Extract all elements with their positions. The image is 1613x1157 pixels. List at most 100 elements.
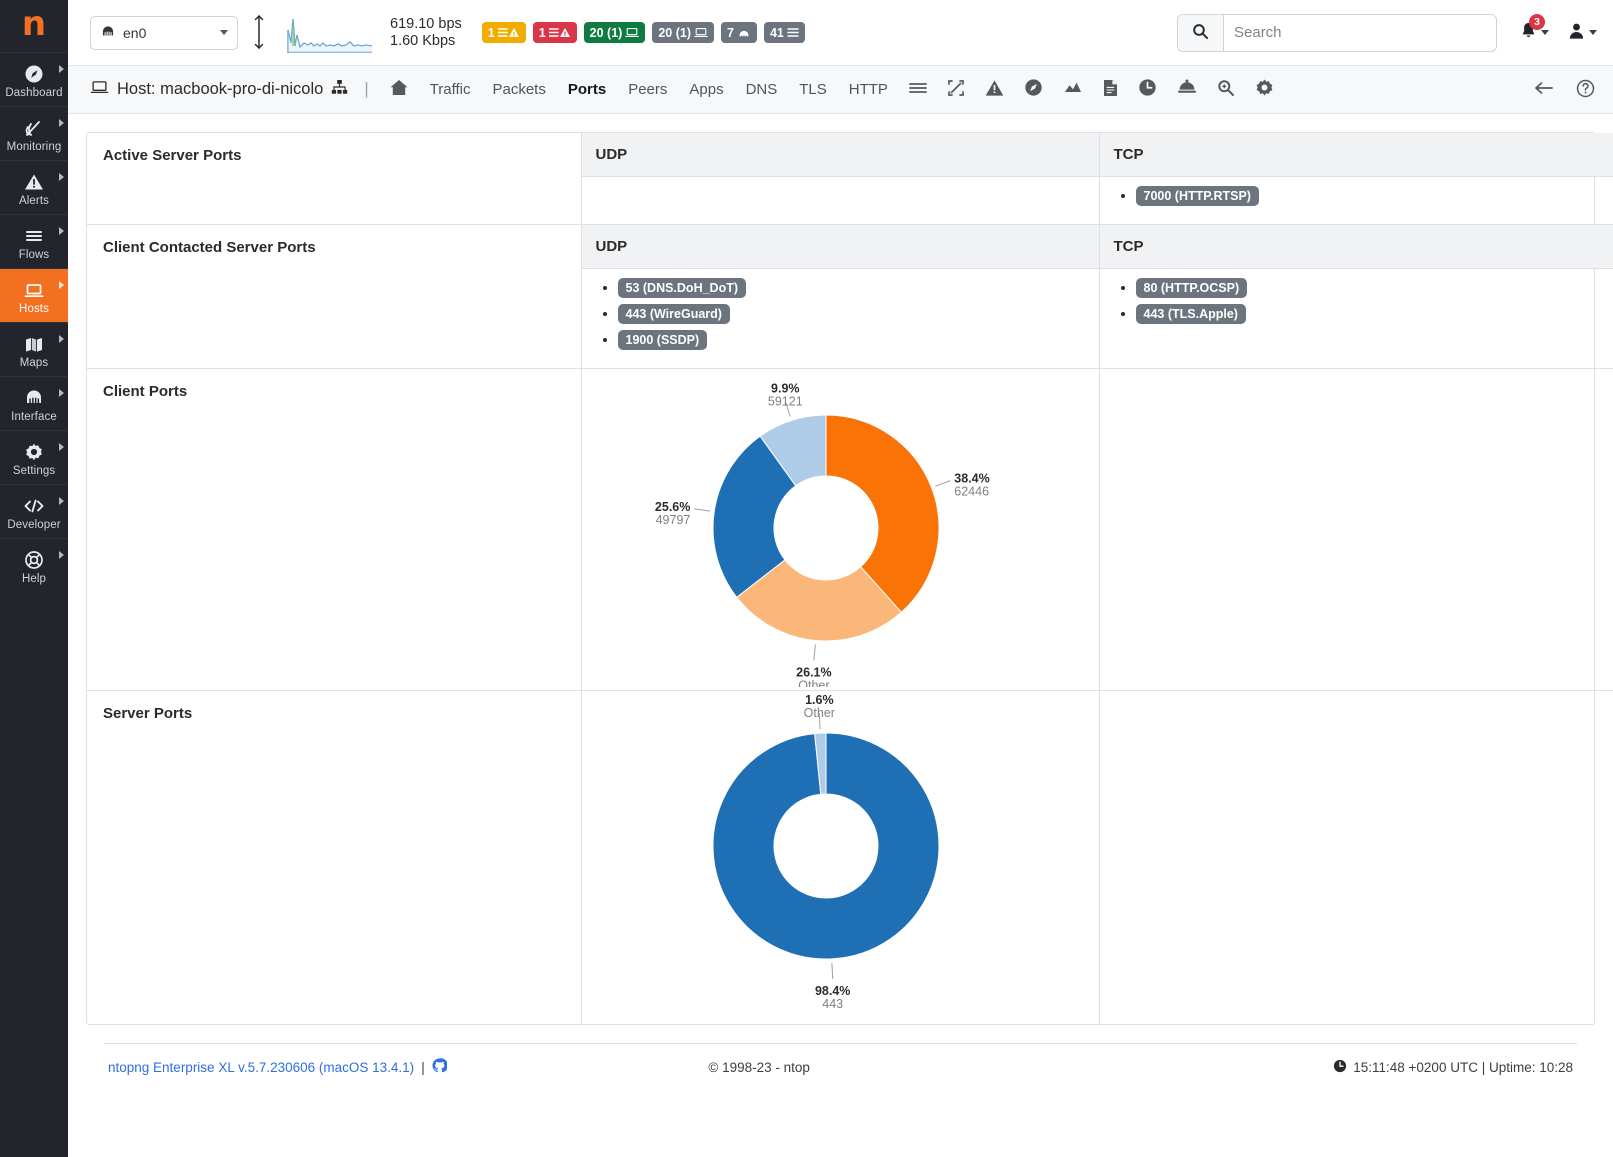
active-server-ports-tcp-cell: TCP 7000 (HTTP.RTSP) <box>1099 133 1613 225</box>
sidebar: n Dashboard Monitoring Alerts Flows Host… <box>0 0 68 1157</box>
svg-text:62446: 62446 <box>954 485 989 499</box>
tab-traffic[interactable]: Traffic <box>419 81 482 98</box>
port-list: 53 (DNS.DoH_DoT) 443 (WireGuard) 1900 (S… <box>596 278 1085 350</box>
user-menu-button[interactable] <box>1567 21 1597 44</box>
badge-count: 7 <box>726 25 734 40</box>
client-ports-donut[interactable]: 38.4% 62446 26.1% Other 25.6% 49797 9.9% 59121 <box>582 369 1086 692</box>
remote-hosts-badge[interactable]: 20 (1) <box>652 22 714 43</box>
sidebar-item-monitoring[interactable]: Monitoring <box>0 106 68 160</box>
laptop-icon <box>625 27 639 38</box>
search-region: 3 <box>1177 13 1597 52</box>
file-report-icon <box>1103 79 1118 101</box>
throughput-sparkline <box>280 13 376 53</box>
arrow-left-icon[interactable] <box>1534 80 1554 99</box>
clock-icon <box>1138 78 1157 101</box>
tab-ports[interactable]: Ports <box>557 81 617 98</box>
search-button[interactable] <box>1178 14 1224 51</box>
port-tag[interactable]: 80 (HTTP.OCSP) <box>1135 278 1248 298</box>
notifications-button[interactable]: 3 <box>1519 14 1549 44</box>
tab-traffic-map[interactable] <box>1014 78 1053 101</box>
warning-triangle-icon <box>985 79 1004 101</box>
active-server-ports-udp-list <box>582 177 1099 219</box>
list-lines-icon <box>787 27 799 38</box>
footer-separator: | <box>421 1059 425 1075</box>
tab-config[interactable] <box>1245 78 1284 101</box>
tab-apps[interactable]: Apps <box>678 81 734 98</box>
tab-peers[interactable]: Peers <box>617 81 678 98</box>
sidebar-item-hosts[interactable]: Hosts <box>0 268 68 322</box>
badge-count: 1 <box>487 25 495 40</box>
badge-count: 20 (1) <box>658 25 691 40</box>
flow-alerts-badge[interactable]: 1 <box>532 22 577 43</box>
port-tag[interactable]: 7000 (HTTP.RTSP) <box>1135 186 1259 206</box>
port-tag[interactable]: 53 (DNS.DoH_DoT) <box>617 278 747 298</box>
ports-card: Active Server Ports UDP TCP • 7000 (HTTP… <box>86 132 1613 1025</box>
tab-charts[interactable] <box>1053 80 1093 100</box>
content-region: Active Server Ports UDP TCP • 7000 (HTTP… <box>68 114 1613 1157</box>
sidebar-item-dashboard[interactable]: Dashboard <box>0 52 68 106</box>
interface-select[interactable]: en0 <box>90 15 238 50</box>
svg-text:Other: Other <box>798 678 829 687</box>
sidebar-item-maps[interactable]: Maps <box>0 322 68 376</box>
sidebar-item-developer[interactable]: Developer <box>0 484 68 538</box>
tab-flows[interactable] <box>899 81 937 99</box>
local-hosts-badge[interactable]: 20 (1) <box>583 22 646 43</box>
server-ports-donut[interactable]: 98.4% 443 1.6% Other <box>582 691 1086 1024</box>
notification-count-badge: 3 <box>1529 14 1545 30</box>
sidebar-item-help[interactable]: Help <box>0 538 68 592</box>
dashboard-gauge-icon <box>0 62 68 84</box>
ntop-logo[interactable]: n <box>0 0 68 52</box>
svg-text:38.4%: 38.4% <box>954 472 989 486</box>
tab-historical[interactable] <box>1128 78 1167 101</box>
sidebar-item-interface[interactable]: Interface <box>0 376 68 430</box>
row-label-client-contacted-server-ports: Client Contacted Server Ports <box>87 224 582 369</box>
tab-snmp[interactable] <box>937 79 975 101</box>
question-circle-icon[interactable] <box>1576 79 1595 101</box>
tab-alerts[interactable] <box>975 79 1014 101</box>
sitemap-icon[interactable] <box>331 79 348 100</box>
search-box[interactable] <box>1177 13 1497 52</box>
map-icon <box>0 332 68 354</box>
sidebar-item-label: Dashboard <box>5 87 63 99</box>
tab-packets[interactable]: Packets <box>481 81 556 98</box>
tab-tls[interactable]: TLS <box>788 81 838 98</box>
search-input[interactable] <box>1224 24 1496 41</box>
snmp-icon <box>947 79 965 101</box>
table-row: Active Server Ports UDP TCP • 7000 (HTTP… <box>87 133 1613 225</box>
tab-search[interactable] <box>1207 79 1245 101</box>
version-link[interactable]: ntopng Enterprise XL v.5.7.230606 (macOS… <box>108 1060 414 1075</box>
active-server-ports-tcp-list: 7000 (HTTP.RTSP) <box>1100 177 1613 224</box>
tab-dns[interactable]: DNS <box>735 81 789 98</box>
code-brackets-icon <box>0 494 68 516</box>
clock-icon <box>1333 1059 1347 1076</box>
tab-http[interactable]: HTTP <box>838 81 899 98</box>
github-icon[interactable] <box>432 1058 448 1076</box>
tab-services[interactable] <box>1167 79 1207 100</box>
sidebar-item-label: Flows <box>18 249 50 261</box>
sidebar-item-settings[interactable]: Settings <box>0 430 68 484</box>
sidebar-item-label: Monitoring <box>6 141 62 153</box>
flows-badge[interactable]: 41 <box>763 22 805 43</box>
devices-badge[interactable]: 7 <box>720 22 757 43</box>
sidebar-item-label: Settings <box>12 465 56 477</box>
port-tag[interactable]: 1900 (SSDP) <box>617 330 708 350</box>
tab-home[interactable] <box>379 78 419 101</box>
server-ports-chart-cell: 98.4% 443 1.6% Other <box>581 690 1100 1024</box>
svg-text:59121: 59121 <box>767 394 802 408</box>
sidebar-item-alerts[interactable]: Alerts <box>0 160 68 214</box>
engaged-alerts-badge[interactable]: 1 <box>481 22 526 43</box>
sidebar-item-flows[interactable]: Flows <box>0 214 68 268</box>
sidebar-item-label: Alerts <box>19 195 49 207</box>
updown-arrows-icon <box>252 12 266 54</box>
port-tag[interactable]: 443 (WireGuard) <box>617 304 730 324</box>
row-label-client-ports: Client Ports <box>87 368 582 691</box>
port-tag[interactable]: 443 (TLS.Apple) <box>1135 304 1246 324</box>
chevron-right-icon <box>59 335 64 343</box>
tab-report[interactable] <box>1093 79 1128 101</box>
list-lines-icon <box>0 224 68 246</box>
client-ports-chart-cell: 38.4% 62446 26.1% Other 25.6% 49797 9.9% 59121 <box>581 368 1100 692</box>
list-item: 80 (HTTP.OCSP) <box>1135 278 1604 298</box>
client-ports-empty-cell <box>1099 368 1613 691</box>
list-warning-icon <box>497 27 520 38</box>
sidebar-item-label: Developer <box>7 519 61 531</box>
